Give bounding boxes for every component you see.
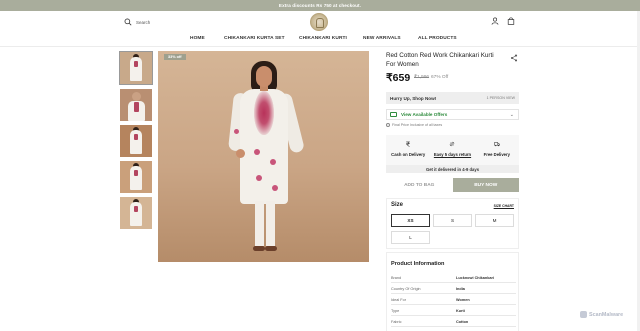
size-heading: Size <box>391 202 404 208</box>
sale-price: ₹659 <box>386 72 411 84</box>
buy-now-button[interactable]: BUY NOW <box>452 178 519 192</box>
size-chart-link[interactable]: SIZE CHART <box>494 204 514 208</box>
thumbnail-4[interactable] <box>120 161 152 193</box>
tax-note-text: Final Price Inclusive of all taxes <box>392 123 443 127</box>
info-row: Ideal For Women <box>391 295 516 305</box>
discount-badge: 33% off <box>164 54 186 60</box>
thumbnail-1[interactable] <box>119 51 153 85</box>
share-icon[interactable] <box>510 54 518 62</box>
search-icon <box>124 18 132 26</box>
nav-all-products[interactable]: ALL PRODUCTS <box>418 36 457 41</box>
user-icon[interactable] <box>491 17 499 25</box>
rupee-icon <box>406 141 410 147</box>
feature-free-delivery: Free Delivery <box>475 135 519 165</box>
size-selector: Size SIZE CHART XS S M L <box>386 198 519 249</box>
info-icon <box>386 123 390 127</box>
offer-tag-icon <box>390 112 397 117</box>
offers-toggle[interactable]: View Available Offers ⌄ <box>386 109 519 120</box>
thumbnail-5[interactable] <box>120 197 152 229</box>
info-row: Fabric Cotton <box>391 317 516 327</box>
size-option-m[interactable]: M <box>475 214 514 227</box>
truck-icon <box>494 142 500 147</box>
info-row: Type Kurti <box>391 306 516 316</box>
product-information: Product Information Brand Lucknowi Chikan… <box>386 252 519 331</box>
thumbnail-3[interactable] <box>120 125 152 157</box>
chevron-down-icon: ⌄ <box>509 111 514 118</box>
discount-percent: 67% Off <box>431 75 449 80</box>
brand-logo[interactable] <box>310 13 328 31</box>
urgency-banner: Hurry Up, Shop Now! 1 PERSON VIEW <box>386 92 519 104</box>
viewers-text: 1 PERSON VIEW <box>486 96 515 100</box>
purchase-actions: ADD TO BAG BUY NOW <box>386 178 519 192</box>
hurry-text: Hurry Up, Shop Now! <box>390 95 437 101</box>
add-to-bag-button[interactable]: ADD TO BAG <box>386 178 453 192</box>
offers-label: View Available Offers <box>401 112 448 117</box>
search-trigger[interactable]: Search <box>124 18 150 26</box>
feature-cod: Cash on Delivery <box>386 135 430 165</box>
search-label: Search <box>136 19 151 25</box>
original-price: ₹1,996 <box>414 75 430 80</box>
feature-returns[interactable]: Easy 5 days return <box>430 135 474 165</box>
announcement-bar: Extra discounts Rs 750 at checkout. <box>0 0 640 11</box>
feature-strip: Cash on Delivery Easy 5 days return Free… <box>386 135 519 165</box>
bag-icon[interactable] <box>507 17 515 25</box>
watermark-icon <box>580 311 587 318</box>
watermark: ScanMalware <box>580 311 623 318</box>
size-option-s[interactable]: S <box>433 214 472 227</box>
size-option-xs[interactable]: XS <box>391 214 430 227</box>
product-main-image[interactable]: 33% off <box>158 51 369 262</box>
thumbnail-2[interactable] <box>120 89 152 121</box>
site-header: Search HOME CHIKANKARI KURTA SET CHIKANK… <box>0 11 640 47</box>
nav-kurta-set[interactable]: CHIKANKARI KURTA SET <box>224 36 285 41</box>
size-option-l[interactable]: L <box>391 231 430 244</box>
info-row: Brand Lucknowi Chikankari <box>391 273 516 283</box>
product-info-heading: Product Information <box>391 261 445 267</box>
nav-new-arrivals[interactable]: NEW ARRIVALS <box>363 36 401 41</box>
announcement-text: Extra discounts Rs 750 at checkout. <box>278 3 362 8</box>
tax-note: Final Price Inclusive of all taxes <box>386 123 442 127</box>
return-icon <box>449 141 456 147</box>
product-title: Red Cotton Red Work Chikankari Kurti For… <box>386 52 494 68</box>
watermark-text: ScanMalware <box>589 311 624 318</box>
nav-kurti[interactable]: CHIKANKARI KURTI <box>299 36 347 41</box>
delivery-estimate: Get it delivered in 4-9 days <box>386 165 519 173</box>
info-row: Country Of Origin India <box>391 284 516 294</box>
nav-home[interactable]: HOME <box>190 36 205 41</box>
